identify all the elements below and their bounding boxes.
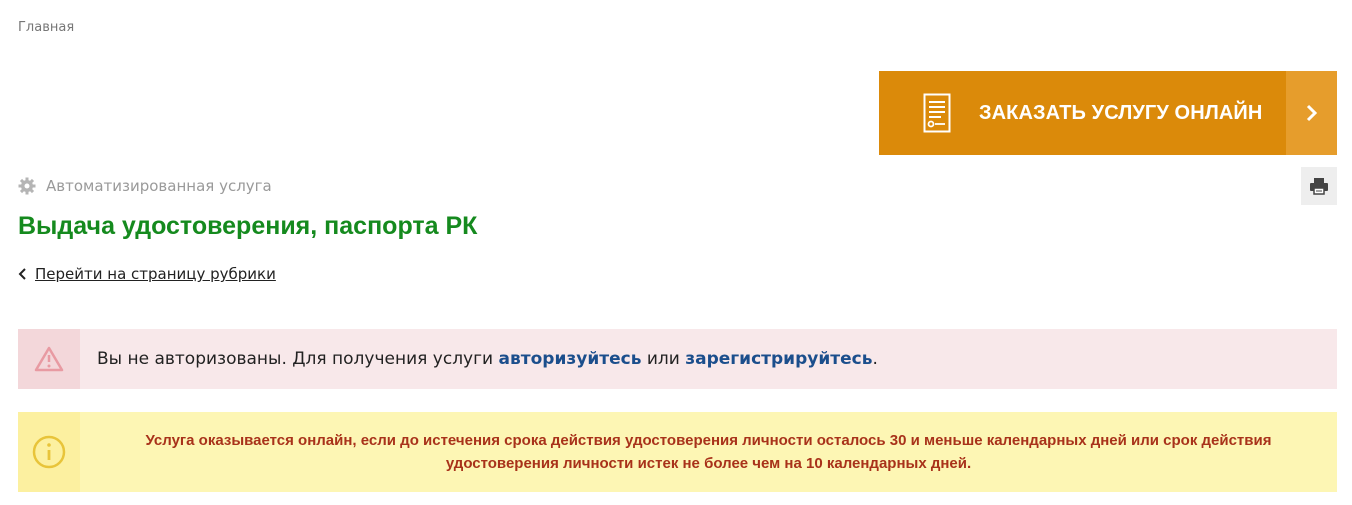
- warning-triangle-icon: [34, 346, 64, 372]
- page-title: Выдача удостоверения, паспорта РК: [18, 212, 478, 240]
- service-type-label: Автоматизированная услуга: [46, 177, 272, 195]
- auth-alert: Вы не авторизованы. Для получения услуги…: [18, 329, 1337, 389]
- info-circle-icon: [32, 435, 66, 469]
- auth-alert-end: .: [872, 349, 878, 369]
- order-button-label: ЗАКАЗАТЬ УСЛУГУ ОНЛАЙН: [979, 101, 1263, 124]
- auth-alert-icon-box: [18, 329, 80, 389]
- back-link-label[interactable]: Перейти на страницу рубрики: [35, 265, 276, 283]
- info-alert-line-1: Услуга оказывается онлайн, если до истеч…: [145, 432, 1272, 449]
- chevron-left-icon: [18, 268, 26, 280]
- order-button-body[interactable]: ЗАКАЗАТЬ УСЛУГУ ОНЛАЙН: [879, 71, 1286, 155]
- login-link[interactable]: авторизуйтесь: [499, 349, 642, 369]
- auth-alert-text: Вы не авторизованы. Для получения услуги: [97, 349, 494, 369]
- info-alert-line-2: удостоверения личности истек не более че…: [445, 455, 972, 472]
- info-alert-message: Услуга оказывается онлайн, если до истеч…: [80, 429, 1337, 475]
- gear-icon: [18, 177, 36, 195]
- breadcrumb-home[interactable]: Главная: [18, 20, 74, 35]
- auth-alert-or: или: [646, 349, 680, 369]
- register-link[interactable]: зарегистрируйтесь: [685, 349, 872, 369]
- document-icon: [923, 93, 951, 133]
- order-service-online-button[interactable]: ЗАКАЗАТЬ УСЛУГУ ОНЛАЙН: [879, 71, 1337, 155]
- printer-icon: [1310, 178, 1328, 195]
- info-alert-icon-box: [18, 412, 80, 492]
- chevron-right-icon: [1306, 104, 1317, 122]
- print-button[interactable]: [1301, 167, 1337, 205]
- info-alert: Услуга оказывается онлайн, если до истеч…: [18, 412, 1337, 492]
- order-button-arrow[interactable]: [1286, 71, 1337, 155]
- back-to-category-link[interactable]: Перейти на страницу рубрики: [18, 265, 276, 283]
- service-type: Автоматизированная услуга: [18, 177, 272, 195]
- auth-alert-message: Вы не авторизованы. Для получения услуги…: [97, 349, 878, 369]
